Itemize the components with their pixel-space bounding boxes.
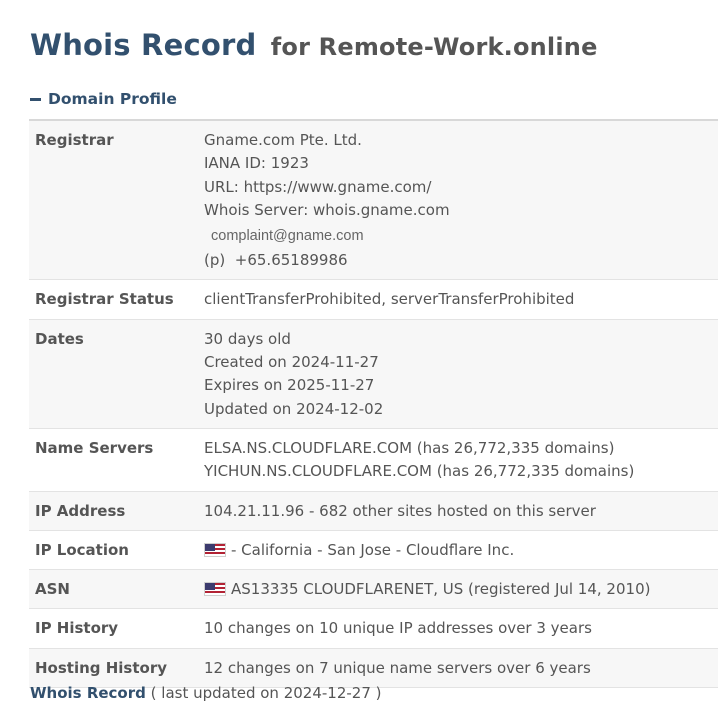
us-flag-icon — [204, 582, 226, 597]
table-row-dates: Dates 30 days old Created on 2024-11-27 … — [29, 319, 718, 429]
collapse-minus-icon — [30, 97, 41, 101]
row-label: IP History — [29, 608, 198, 649]
page-title-domain: for Remote-Work.online — [270, 33, 598, 61]
row-value: - California - San Jose - Cloudflare Inc… — [198, 530, 718, 571]
row-value: ELSA.NS.CLOUDFLARE.COM (has 26,772,335 d… — [198, 428, 718, 492]
domain-profile-table: Registrar Gname.com Pte. Ltd. IANA ID: 1… — [29, 119, 718, 689]
row-label: Name Servers — [29, 428, 198, 492]
footer: Whois Record ( last updated on 2024-12-2… — [30, 684, 382, 702]
table-row-ip-history: IP History 10 changes on 10 unique IP ad… — [29, 608, 718, 649]
row-value: AS13335 CLOUDFLARENET, US (registered Ju… — [198, 569, 718, 610]
name-server-1: ELSA.NS.CLOUDFLARE.COM (has 26,772,335 d… — [204, 438, 615, 457]
whois-record-link[interactable]: Whois Record — [30, 684, 146, 702]
table-row-name-servers: Name Servers ELSA.NS.CLOUDFLARE.COM (has… — [29, 428, 718, 492]
registrar-name: Gname.com Pte. Ltd. — [204, 131, 362, 149]
hosting-history-value: 12 changes on 7 unique name servers over… — [198, 648, 718, 689]
registrar-phone-line: (p) +65.65189986 — [204, 249, 712, 272]
table-row-ip-address: IP Address 104.21.11.96 - 682 other site… — [29, 491, 718, 531]
updated-date: Updated on 2024-12-02 — [204, 399, 384, 418]
ip-location-value: - California - San Jose - Cloudflare Inc… — [231, 540, 515, 559]
last-updated-text: ( last updated on 2024-12-27 ) — [150, 684, 382, 702]
row-label: ASN — [29, 569, 198, 610]
created-date: Created on 2024-11-27 — [204, 353, 379, 372]
row-label: IP Location — [29, 530, 198, 571]
ip-history-value: 10 changes on 10 unique IP addresses ove… — [198, 608, 718, 649]
registrar-iana-id: IANA ID: 1923 — [204, 154, 309, 173]
registrar-whois-server: Whois Server: whois.gname.com — [204, 200, 450, 219]
name-server-2: YICHUN.NS.CLOUDFLARE.COM (has 26,772,335… — [204, 462, 635, 481]
row-label: IP Address — [29, 491, 198, 531]
registrar-url: URL: https://www.gname.com/ — [204, 177, 432, 196]
us-flag-icon — [204, 542, 226, 557]
row-value: Gname.com Pte. Ltd. IANA ID: 1923 URL: h… — [198, 120, 718, 281]
registrar-phone: +65.65189986 — [234, 251, 348, 270]
phone-prefix: (p) — [204, 251, 226, 270]
table-row-registrar-status: Registrar Status clientTransferProhibite… — [29, 279, 718, 320]
registrar-status-value: clientTransferProhibited, serverTransfer… — [198, 279, 718, 320]
row-label: Registrar — [29, 120, 198, 281]
table-row-registrar: Registrar Gname.com Pte. Ltd. IANA ID: 1… — [29, 120, 718, 281]
row-label: Hosting History — [29, 648, 198, 689]
table-row-hosting-history: Hosting History 12 changes on 7 unique n… — [29, 648, 718, 689]
whois-page: Whois Record for Remote-Work.online Doma… — [0, 0, 718, 712]
page-title: Whois Record for Remote-Work.online — [30, 28, 598, 62]
domain-age: 30 days old — [204, 329, 291, 348]
row-label: Dates — [29, 319, 198, 429]
ip-address-value: 104.21.11.96 - 682 other sites hosted on… — [198, 491, 718, 531]
registrar-email-line: complaint@gname.com — [204, 222, 712, 249]
table-row-asn: ASN AS13335 CLOUDFLARENET, US (registere… — [29, 569, 718, 610]
page-title-main: Whois Record — [30, 28, 257, 62]
row-label: Registrar Status — [29, 279, 198, 320]
expires-date: Expires on 2025-11-27 — [204, 376, 375, 395]
asn-value: AS13335 CLOUDFLARENET, US (registered Ju… — [231, 580, 651, 599]
table-row-ip-location: IP Location - California - San Jose - Cl… — [29, 530, 718, 571]
domain-profile-toggle[interactable]: Domain Profile — [30, 90, 177, 108]
registrar-email: complaint@gname.com — [211, 228, 364, 245]
row-value: 30 days old Created on 2024-11-27 Expire… — [198, 319, 718, 429]
domain-profile-label: Domain Profile — [48, 90, 177, 108]
